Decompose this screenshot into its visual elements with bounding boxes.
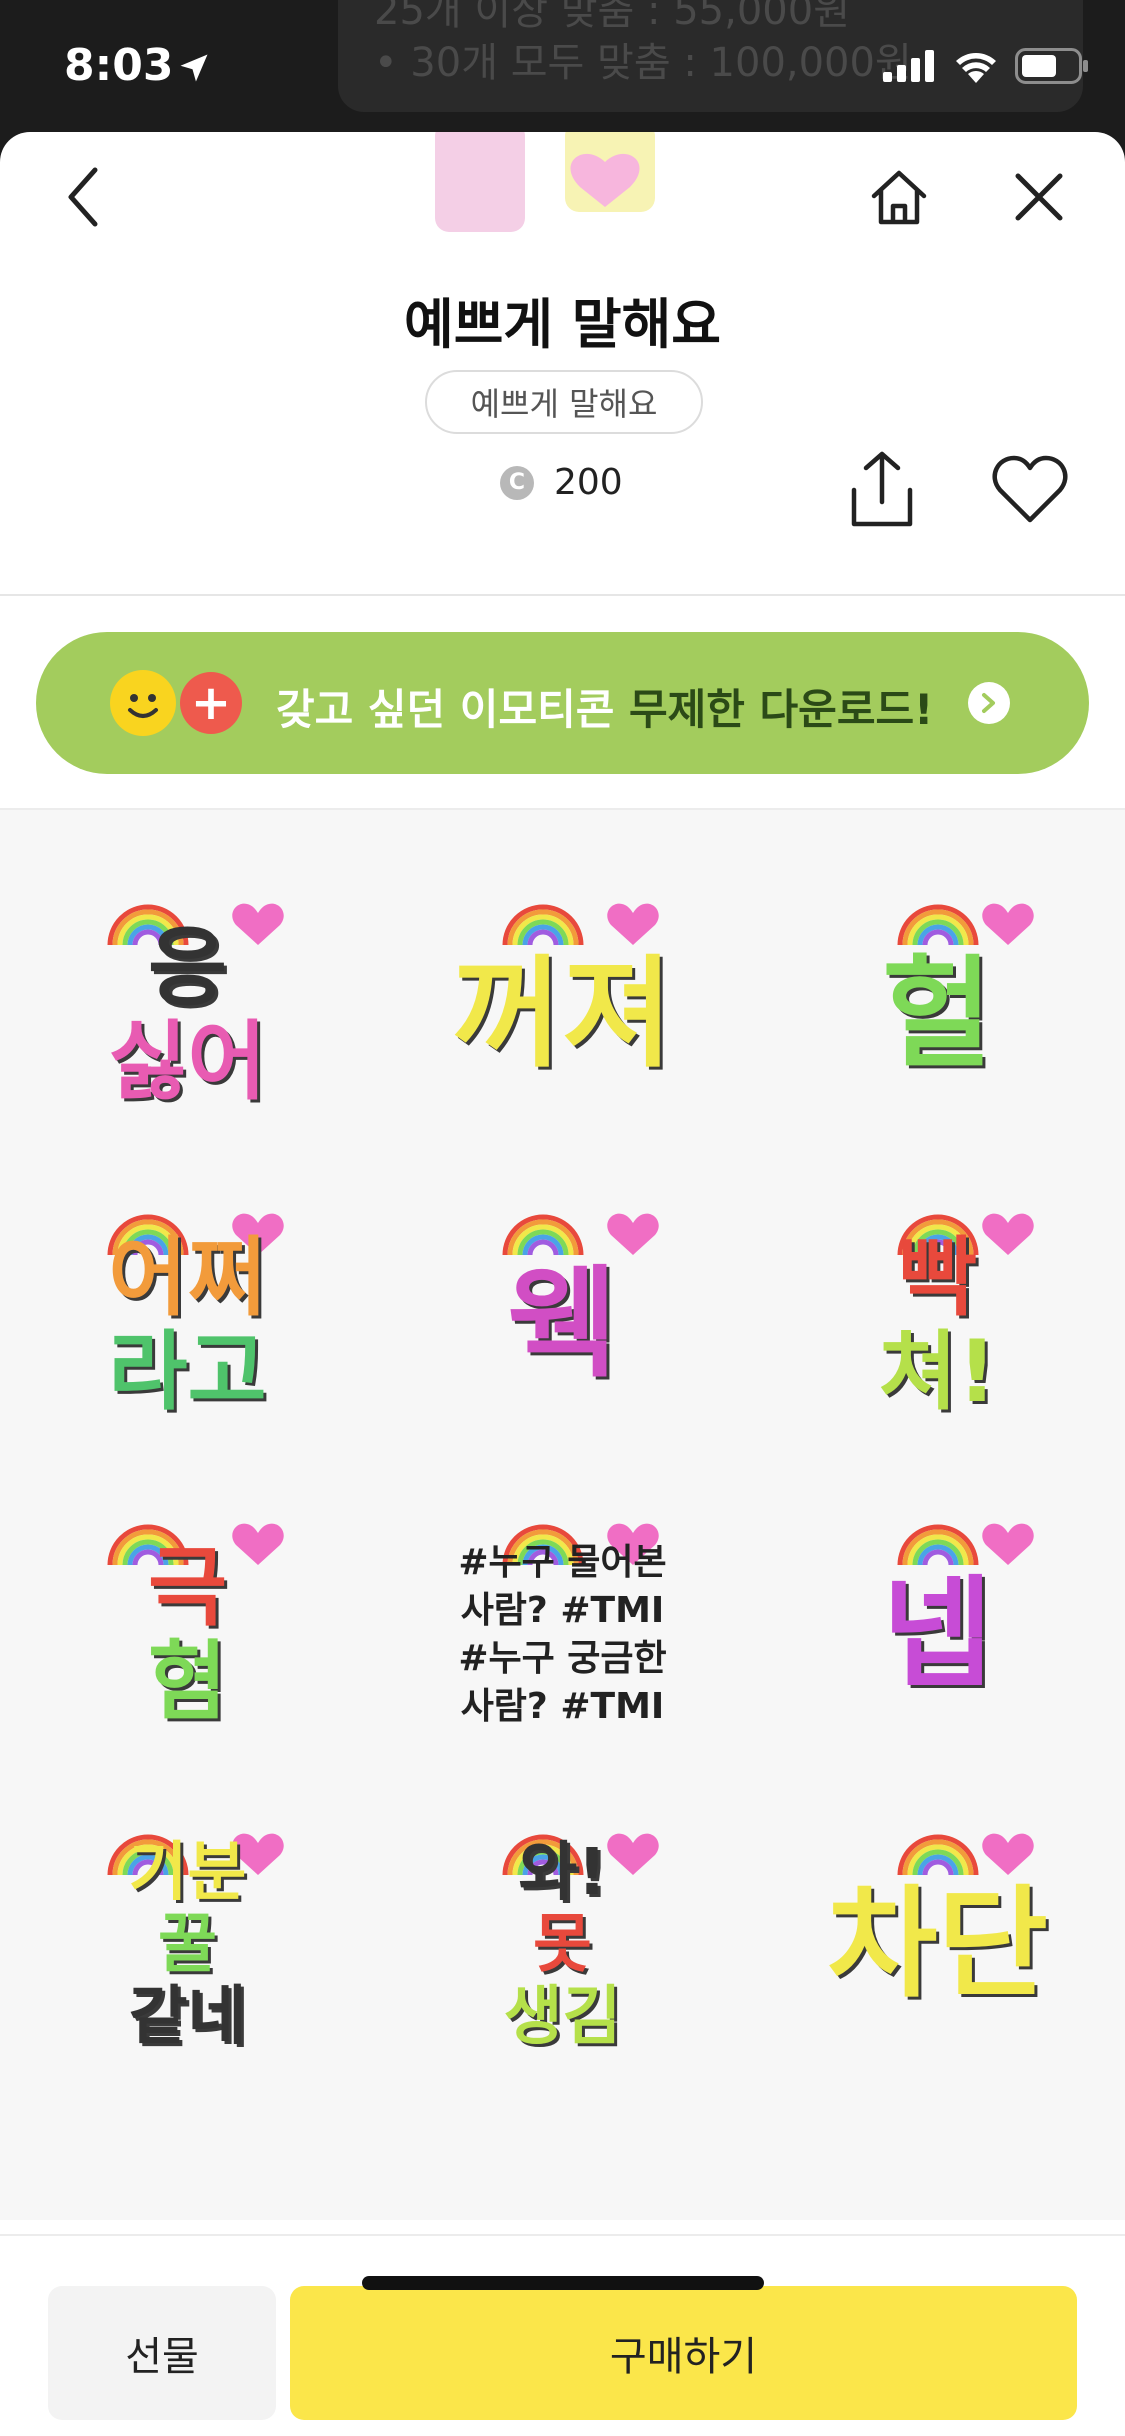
sticker-text: 헐 [882,945,993,1084]
sticker-cell[interactable]: 응 싫어 [0,850,375,1160]
price-row: C 200 [500,462,623,503]
sticker-cell[interactable]: 빡 쳐! [750,1160,1125,1470]
sticker-text: #누구 궁금한 [458,1638,667,1679]
sticker-cell[interactable]: 와! 못 생김 [375,1780,750,2090]
coin-icon: C [500,465,534,500]
close-icon [1015,173,1063,221]
sticker-image: 빡 쳐! [818,1195,1058,1435]
sticker-cell[interactable]: 꺼져 [375,850,750,1160]
plus-icon: + [180,672,242,734]
share-icon [851,451,913,527]
sticker-text: 싫어 [108,1012,267,1112]
sticker-text: 같네 [128,1980,247,2054]
home-icon [871,170,927,225]
sticker-cell[interactable]: 극혐 [0,1470,375,1780]
smile-face-icon [110,670,176,736]
share-button[interactable] [846,450,918,530]
battery-icon [1015,48,1088,84]
sticker-image: 극혐 [68,1505,308,1745]
sticker-text: 차단 [827,1875,1048,2014]
like-button[interactable] [990,454,1070,526]
sticker-text: 응 [147,918,228,1018]
sticker-image: 헐 [818,885,1058,1125]
sticker-image: 웩 [443,1195,683,1435]
sticker-text: 혐 [147,1632,228,1732]
sticker-text: 사람? #TMI [460,1590,665,1631]
price: 200 [554,462,623,503]
promo-text: 갖고 싶던 이모티콘 무제한 다운로드! [276,676,933,737]
promo-text-plain: 갖고 싶던 이모티콘 [276,685,629,734]
sticker-text: 빡 [897,1228,978,1328]
wifi-icon [956,53,996,83]
status-bar: 25개 이상 맞춤 : 55,000원 • 30개 모두 맞춤 : 100,00… [0,0,1125,132]
sticker-text: 꿀 [158,1908,217,1982]
sticker-cell[interactable]: 기분 꿀 같네 [0,1780,375,2090]
sticker-text: 와! [518,1836,607,1910]
bottom-action-bar: 선물 구매하기 [0,2234,1125,2436]
sticker-image: #누구 물어본 사람? #TMI #누구 궁금한 사람? #TMI [443,1505,683,1745]
top-navigation [0,132,1125,272]
gift-button[interactable]: 선물 [48,2286,276,2420]
sticker-image: 응 싫어 [68,885,308,1125]
sticker-text: 극 [147,1538,228,1638]
sticker-cell[interactable]: 헐 [750,850,1125,1160]
sticker-image: 넵 [818,1505,1058,1745]
sticker-grid: 응 싫어 꺼져 헐 어쩌 라고 웩 빡 쳐! 극 혐 #누구 물어본 사람? #TMI #누구 궁금한 사람… [0,850,1125,2090]
sticker-cell[interactable]: 넵 [750,1470,1125,1780]
sticker-preview-peek [435,132,655,232]
sticker-text: 쳐! [878,1322,997,1422]
sticker-image: 꺼져 [443,885,683,1125]
cellular-signal-icon [883,50,934,82]
sticker-text: 웩 [507,1255,618,1394]
sticker-grid-section: 응 싫어 꺼져 헐 어쩌 라고 웩 빡 쳐! 극 혐 #누구 물어본 사람? #TMI #누구 궁금한 사람… [0,808,1125,2220]
home-button[interactable] [854,152,944,242]
sticker-text: 못 [533,1908,592,1982]
section-divider [0,594,1125,596]
promo-text-bold: 무제한 다운로드! [629,685,934,734]
sticker-cell[interactable]: 어쩌 라고 [0,1160,375,1470]
sticker-text: 기분 [128,1836,247,1910]
arrow-right-icon [968,682,1010,724]
product-sheet: 예쁘게 말해요 예쁘게 말해요 C 200 + 갖고 싶던 이모티콘 무제한 다… [0,132,1125,2436]
heart-outline-icon [992,455,1068,523]
sticker-text: 넵 [882,1565,993,1704]
sticker-text: 꺼져 [452,945,673,1084]
sticker-cell[interactable]: 웩 [375,1160,750,1470]
unlimited-download-banner[interactable]: + 갖고 싶던 이모티콘 무제한 다운로드! [36,632,1089,774]
sticker-image: 와! 못 생김 [443,1815,683,2055]
sticker-cell[interactable]: 차단 [750,1780,1125,2090]
close-button[interactable] [994,152,1084,242]
chevron-left-icon [68,167,98,227]
product-title: 예쁘게 말해요 [404,293,721,356]
sticker-text: #누구 물어본 [458,1542,667,1583]
sticker-cell[interactable]: #누구 물어본 사람? #TMI #누구 궁금한 사람? #TMI [375,1470,750,1780]
sticker-image: 차단 [818,1815,1058,2055]
sticker-image: 기분 꿀 같네 [68,1815,308,2055]
home-indicator [362,2276,764,2290]
buy-button[interactable]: 구매하기 [290,2286,1077,2420]
location-arrow-icon [180,54,208,82]
sticker-text: 라고 [108,1322,267,1422]
clock: 8:03 [64,40,174,91]
background-notice-line: • 30개 모두 맞춤 : 100,000원 [374,40,912,86]
sticker-text: 생김 [503,1980,622,2054]
sticker-text: 사람? #TMI [460,1686,665,1727]
back-button[interactable] [38,152,128,242]
sticker-image: 어쩌 라고 [68,1195,308,1435]
author-chip[interactable]: 예쁘게 말해요 [425,370,703,434]
sticker-text: 어쩌 [108,1228,267,1328]
